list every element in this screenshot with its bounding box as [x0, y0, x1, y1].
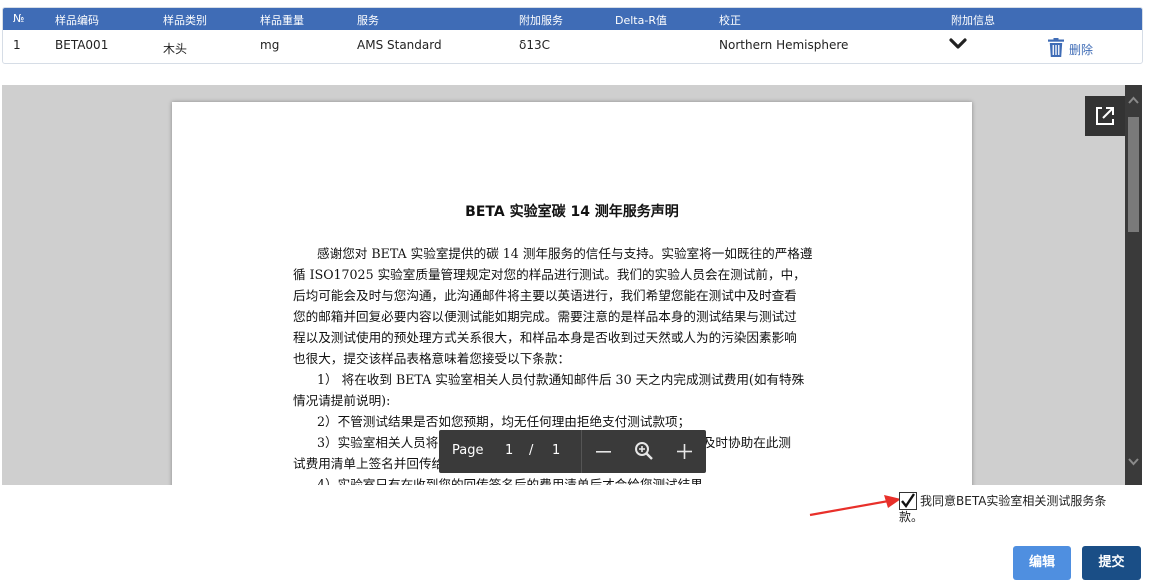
document-line: 1） 将在收到 BETA 实验室相关人员付款通知邮件后 30 天之内完成测试费用… — [317, 372, 805, 387]
row-calibration: Northern Hemisphere — [719, 38, 849, 52]
consent-checkbox[interactable] — [899, 492, 917, 510]
row-code: BETA001 — [55, 38, 109, 52]
submit-button[interactable]: 提交 — [1082, 546, 1141, 580]
delete-link[interactable]: 删除 — [1069, 41, 1093, 58]
row-service: AMS Standard — [357, 38, 442, 52]
document-line: 也很大，提交该样品表格意味着您接受以下条款： — [293, 351, 571, 366]
consent-label: 我同意BETA实验室相关测试服务条款。 — [899, 494, 1107, 524]
current-page[interactable]: 1 — [505, 443, 513, 458]
document-line: 后均可能会及时与您沟通，此沟通邮件将主要以英语进行，我们希望您能在测试中及时查看 — [293, 288, 797, 303]
table-header: № 样品编码 样品类别 样品重量 服务 附加服务 Delta-R值 校正 附加信… — [3, 8, 1142, 30]
page-toolbar: Page 1 / 1 — [439, 430, 706, 473]
open-external-icon — [1096, 107, 1114, 125]
zoom-out-icon[interactable] — [595, 443, 612, 460]
zoom-in-icon[interactable] — [676, 443, 693, 460]
document-title: BETA 实验室碳 14 测年服务声明 — [465, 204, 679, 220]
scroll-down-icon[interactable] — [1127, 457, 1140, 467]
document-line: 4）实验室只有在收到您的回传签名后的费用清单后才会给您测试结果。 — [317, 477, 716, 485]
edit-button[interactable]: 编辑 — [1013, 546, 1071, 580]
header-code: 样品编码 — [55, 14, 99, 27]
checkmark-icon — [901, 493, 915, 509]
header-weight: 样品重量 — [260, 14, 304, 27]
page-separator: / — [529, 443, 534, 458]
document-page: BETA 实验室碳 14 测年服务声明 感谢您对 BETA 实验室提供的碳 14… — [172, 102, 972, 485]
header-extra-service: 附加服务 — [519, 14, 563, 27]
header-no: № — [13, 12, 25, 25]
zoom-icon[interactable] — [634, 441, 654, 461]
row-weight: mg — [260, 38, 280, 52]
chevron-down-icon[interactable] — [949, 38, 967, 50]
page-label: Page — [452, 443, 484, 458]
row-no: 1 — [13, 38, 21, 52]
row-extra-service: δ13C — [519, 38, 550, 52]
scrollbar-thumb[interactable] — [1128, 117, 1139, 232]
pdf-viewer[interactable]: BETA 实验室碳 14 测年服务声明 感谢您对 BETA 实验室提供的碳 14… — [2, 85, 1142, 485]
sample-table: № 样品编码 样品类别 样品重量 服务 附加服务 Delta-R值 校正 附加信… — [2, 7, 1143, 64]
total-pages: 1 — [552, 443, 561, 458]
document-line: 2）不管测试结果是否如您预期，均无任何理由拒绝支付测试款项； — [317, 414, 691, 429]
document-line: 感谢您对 BETA 实验室提供的碳 14 测年服务的信任与支持。实验室将一如既往… — [317, 246, 813, 261]
document-line: 情况请提前说明): — [293, 393, 391, 408]
open-external-button[interactable] — [1085, 96, 1125, 136]
header-calibration: 校正 — [719, 14, 741, 27]
document-line: 循 ISO17025 实验室质量管理规定对您的样品进行测试。我们的实验人员会在测… — [293, 267, 806, 282]
trash-icon[interactable] — [1048, 38, 1064, 57]
row-category: 木头 — [163, 42, 188, 56]
document-line: 您的邮箱并回复必要内容以便测试能如期完成。需要注意的是样品本身的测试结果与测试过 — [293, 309, 797, 324]
header-service: 服务 — [357, 14, 379, 27]
annotation-arrow — [809, 495, 901, 517]
toolbar-divider — [581, 430, 582, 473]
scroll-up-icon[interactable] — [1127, 95, 1140, 105]
header-delta-r: Delta-R值 — [615, 14, 667, 27]
header-extra-info: 附加信息 — [951, 14, 995, 27]
header-category: 样品类别 — [163, 14, 207, 27]
document-line: 程以及测试使用的预处理方式关系很大，和样品本身是否收到过天然或人为的污染因素影响 — [293, 330, 797, 345]
